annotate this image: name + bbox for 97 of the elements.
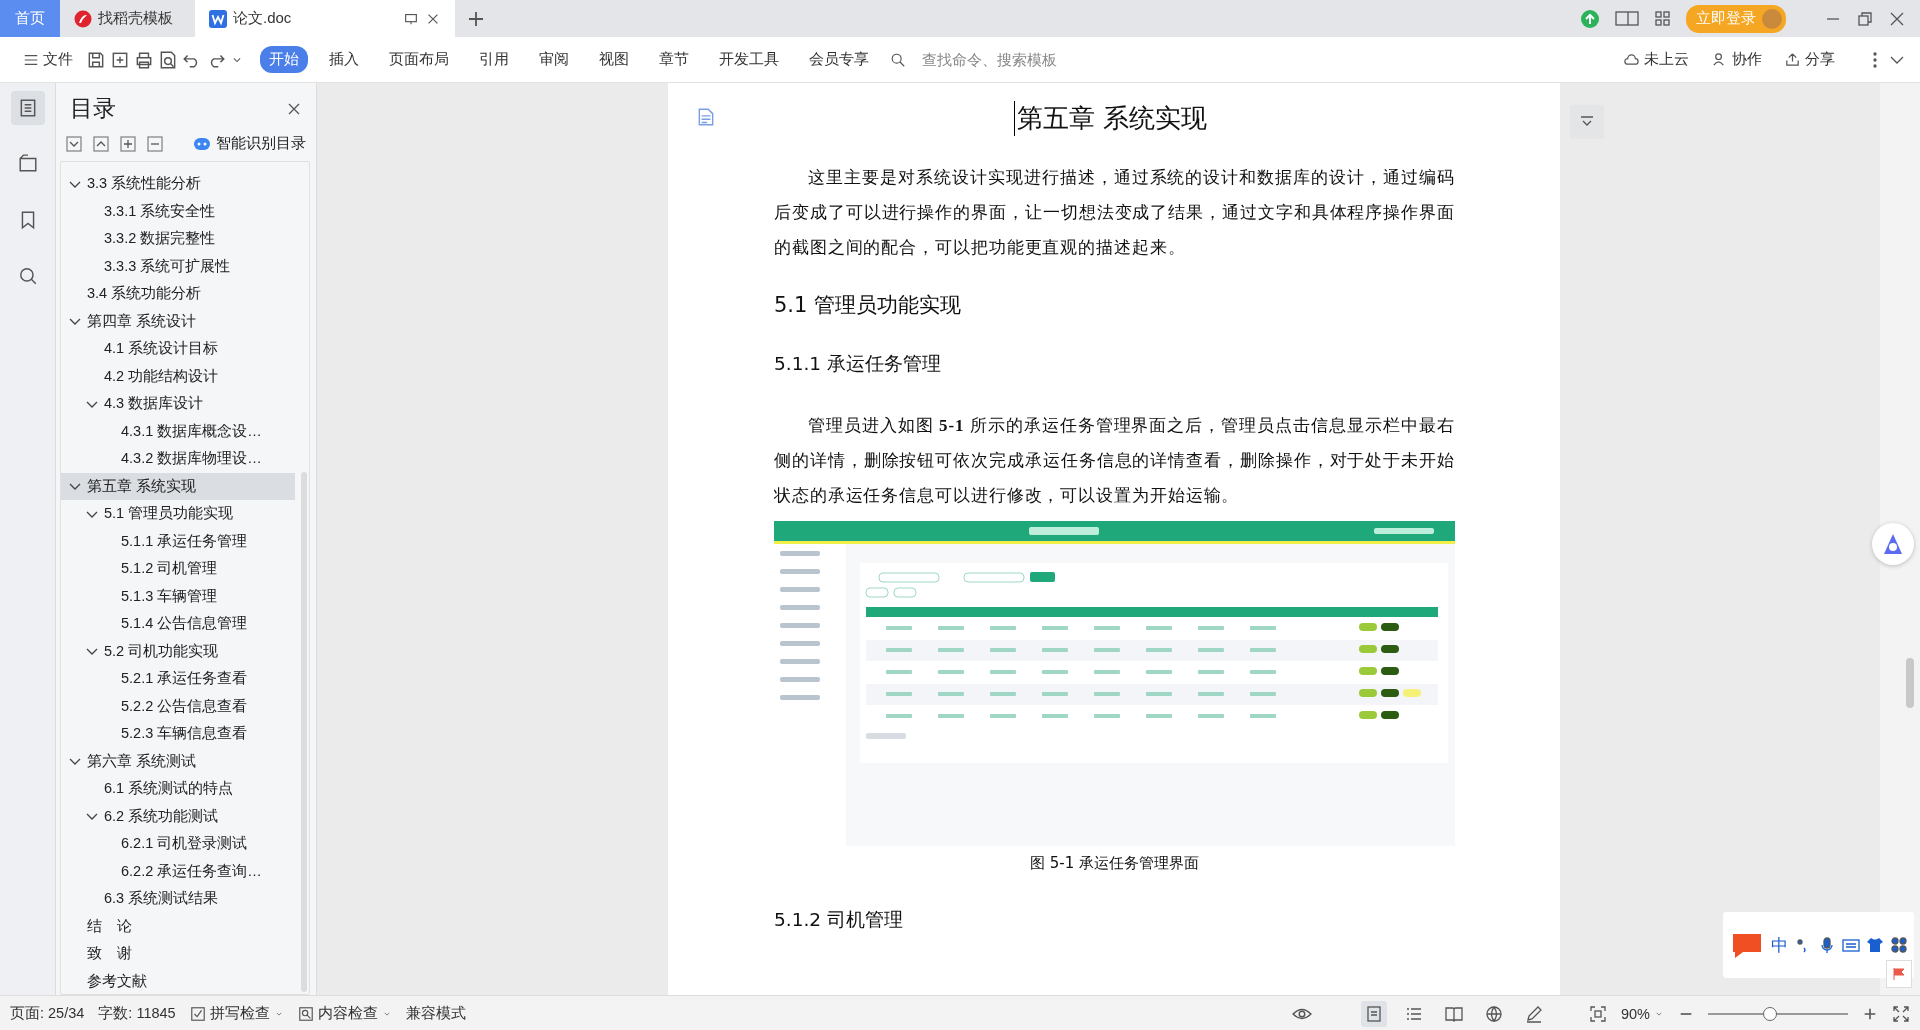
subsection-heading: 5.1.2 司机管理 bbox=[774, 908, 904, 932]
search-icon[interactable] bbox=[890, 51, 906, 68]
keyboard-icon[interactable] bbox=[1842, 936, 1860, 954]
document-tab[interactable]: 论文.doc bbox=[195, 0, 455, 37]
file-menu[interactable]: 文件 bbox=[14, 46, 82, 73]
toc-item[interactable]: 5.2.1 承运任务查看 bbox=[61, 665, 295, 693]
restore-icon[interactable] bbox=[1856, 9, 1874, 28]
template-logo-icon bbox=[74, 9, 92, 28]
ribbon-tab[interactable]: 引用 bbox=[470, 46, 518, 73]
fit-icon[interactable] bbox=[1588, 1004, 1607, 1023]
ribbon-tab[interactable]: 会员专享 bbox=[800, 46, 878, 73]
check-box-icon[interactable] bbox=[189, 1005, 206, 1022]
preview-icon[interactable] bbox=[158, 49, 178, 70]
smart-toc-button[interactable]: 智能识别目录 bbox=[193, 134, 306, 153]
toc-item[interactable]: 4.3.2 数据库物理设… bbox=[61, 445, 295, 473]
robot-icon bbox=[193, 136, 211, 151]
toc-item[interactable]: 参考文献 bbox=[61, 967, 295, 994]
body-paragraph: 这里主要是对系统设计实现进行描述，通过系统的设计和数据库的设计，通过编码后变成了可以进行操作的界面，让一切想法变成了结果，通过文字和具体程序操作界面的截图之间的配合，可以把功能更直观的描述起来。 bbox=[774, 167, 1455, 259]
chapter-heading: 第五章 系统实现 bbox=[1014, 101, 1208, 136]
new-tab-icon[interactable] bbox=[467, 9, 485, 28]
toc-item[interactable]: 第六章 系统测试 bbox=[61, 747, 295, 775]
toolbar-action[interactable]: 协作 bbox=[1702, 46, 1771, 73]
writer-logo-icon bbox=[209, 9, 227, 28]
toc-item[interactable]: 5.2.2 公告信息查看 bbox=[61, 692, 295, 720]
toc-item[interactable]: 4.3.1 数据库概念设… bbox=[61, 417, 295, 445]
toc-item[interactable]: 3.4 系统功能分析 bbox=[61, 280, 295, 308]
toc-item[interactable]: 5.1.3 车辆管理 bbox=[61, 582, 295, 610]
layout-icon[interactable] bbox=[1614, 8, 1640, 29]
toc-item[interactable]: 4.2 功能结构设计 bbox=[61, 362, 295, 390]
toc-item[interactable]: 6.2.2 承运任务查询… bbox=[61, 857, 295, 885]
book-icon[interactable] bbox=[1444, 1004, 1463, 1023]
scrollbar-thumb[interactable] bbox=[1906, 658, 1914, 708]
panel-title: 目录 bbox=[70, 94, 116, 123]
inspect-icon[interactable] bbox=[297, 1005, 314, 1022]
ribbon-tab[interactable]: 审阅 bbox=[530, 46, 578, 73]
toc-item[interactable]: 3.3.3 系统可扩展性 bbox=[61, 252, 295, 280]
collapse-all-icon[interactable] bbox=[93, 135, 109, 152]
add-icon[interactable] bbox=[120, 135, 136, 152]
avatar-icon bbox=[1762, 8, 1782, 29]
command-search-field[interactable]: 查找命令、搜索模板 bbox=[920, 50, 1094, 69]
apps-icon[interactable] bbox=[1654, 9, 1672, 28]
ribbon-tab[interactable]: 章节 bbox=[650, 46, 698, 73]
page-count: 页面: 25/34 bbox=[10, 1004, 85, 1023]
remove-icon[interactable] bbox=[147, 135, 163, 152]
toc-item[interactable]: 5.1 管理员功能实现 bbox=[61, 500, 295, 528]
toc-item[interactable]: 5.1.4 公告信息管理 bbox=[61, 610, 295, 638]
page-view-icon[interactable] bbox=[1364, 1004, 1383, 1023]
section-heading: 5.1 管理员功能实现 bbox=[774, 292, 963, 319]
ribbon-tab[interactable]: 页面布局 bbox=[380, 46, 458, 73]
search-icon[interactable] bbox=[17, 266, 38, 286]
toc-item[interactable]: 5.2.3 车辆信息查看 bbox=[61, 720, 295, 748]
toolbar-action[interactable]: 分享 bbox=[1775, 46, 1844, 73]
upload-icon[interactable] bbox=[1580, 8, 1600, 29]
ribbon-tab[interactable]: 开始 bbox=[260, 46, 308, 73]
cloud-icon[interactable] bbox=[1623, 51, 1640, 68]
word-count[interactable]: 字数: 11845 bbox=[98, 1004, 176, 1023]
toc-item[interactable]: 4.3 数据库设计 bbox=[61, 390, 295, 418]
globe-icon[interactable] bbox=[1484, 1004, 1503, 1023]
figure-caption: 图 5-1 承运任务管理界面 bbox=[1028, 854, 1200, 873]
body-paragraph: 管理员进入如图 5-1 所示的承运任务管理界面之后，管理员点击信息显示栏中最右侧的详情，删除按钮可依次完成承运任务信息的详情查看，删除操作，对于处于未开始状态的承运任务信息可以进行修改，可以设置为开始运输。 bbox=[774, 415, 1455, 507]
zoom-slider[interactable] bbox=[1762, 1006, 1777, 1021]
toc-item[interactable]: 结 论 bbox=[61, 912, 295, 940]
share-icon[interactable] bbox=[1784, 51, 1801, 68]
input-mode[interactable]: 中 bbox=[1771, 933, 1788, 957]
toc-item[interactable]: 5.2 司机功能实现 bbox=[61, 637, 295, 665]
subsection-heading: 5.1.1 承运任务管理 bbox=[774, 352, 942, 376]
flag-icon[interactable] bbox=[1892, 967, 1906, 981]
fullscreen-icon[interactable] bbox=[1892, 1004, 1910, 1023]
ribbon-tab[interactable]: 视图 bbox=[590, 46, 638, 73]
page-format-icon[interactable] bbox=[696, 107, 716, 127]
ribbon-tab[interactable]: 开发工具 bbox=[710, 46, 788, 73]
spell-check-button[interactable]: 拼写检查 bbox=[189, 1004, 284, 1023]
toc-item[interactable]: 6.1 系统测试的特点 bbox=[61, 775, 295, 803]
toc-item[interactable]: 6.3 系统测试结果 bbox=[61, 885, 295, 913]
toc-item[interactable]: 3.3 系统性能分析 bbox=[61, 170, 295, 198]
shirt-icon[interactable] bbox=[1866, 936, 1884, 954]
toolbar-action[interactable]: 未上云 bbox=[1614, 46, 1698, 73]
chapter-icon[interactable] bbox=[17, 154, 38, 174]
toc-item[interactable]: 6.2.1 司机登录测试 bbox=[61, 830, 295, 858]
ribbon-tab[interactable]: 插入 bbox=[320, 46, 368, 73]
pen-icon[interactable] bbox=[1524, 1004, 1543, 1023]
expand-all-icon[interactable] bbox=[66, 135, 82, 152]
toc-item[interactable]: 第四章 系统设计 bbox=[61, 307, 295, 335]
zoom-level[interactable]: 90% bbox=[1620, 1005, 1664, 1022]
compat-mode: 兼容模式 bbox=[405, 1004, 466, 1023]
content-check-button[interactable]: 内容检查 bbox=[297, 1004, 392, 1023]
toc-item[interactable]: 致 谢 bbox=[61, 940, 295, 968]
toc-item[interactable]: 5.1.2 司机管理 bbox=[61, 555, 295, 583]
toc-item[interactable]: 5.1.1 承运任务管理 bbox=[61, 527, 295, 555]
grid-icon[interactable] bbox=[1890, 936, 1908, 954]
toc-item[interactable]: 4.1 系统设计目标 bbox=[61, 335, 295, 363]
scrollbar-thumb[interactable] bbox=[301, 472, 307, 992]
toc-item[interactable]: 3.3.2 数据完整性 bbox=[61, 225, 295, 253]
toc-item[interactable]: 6.2 系统功能测试 bbox=[61, 802, 295, 830]
toc-item[interactable]: 第五章 系统实现 bbox=[61, 472, 295, 500]
toc-item[interactable]: 3.3.1 系统安全性 bbox=[61, 197, 295, 225]
microphone-icon[interactable] bbox=[1818, 936, 1836, 954]
